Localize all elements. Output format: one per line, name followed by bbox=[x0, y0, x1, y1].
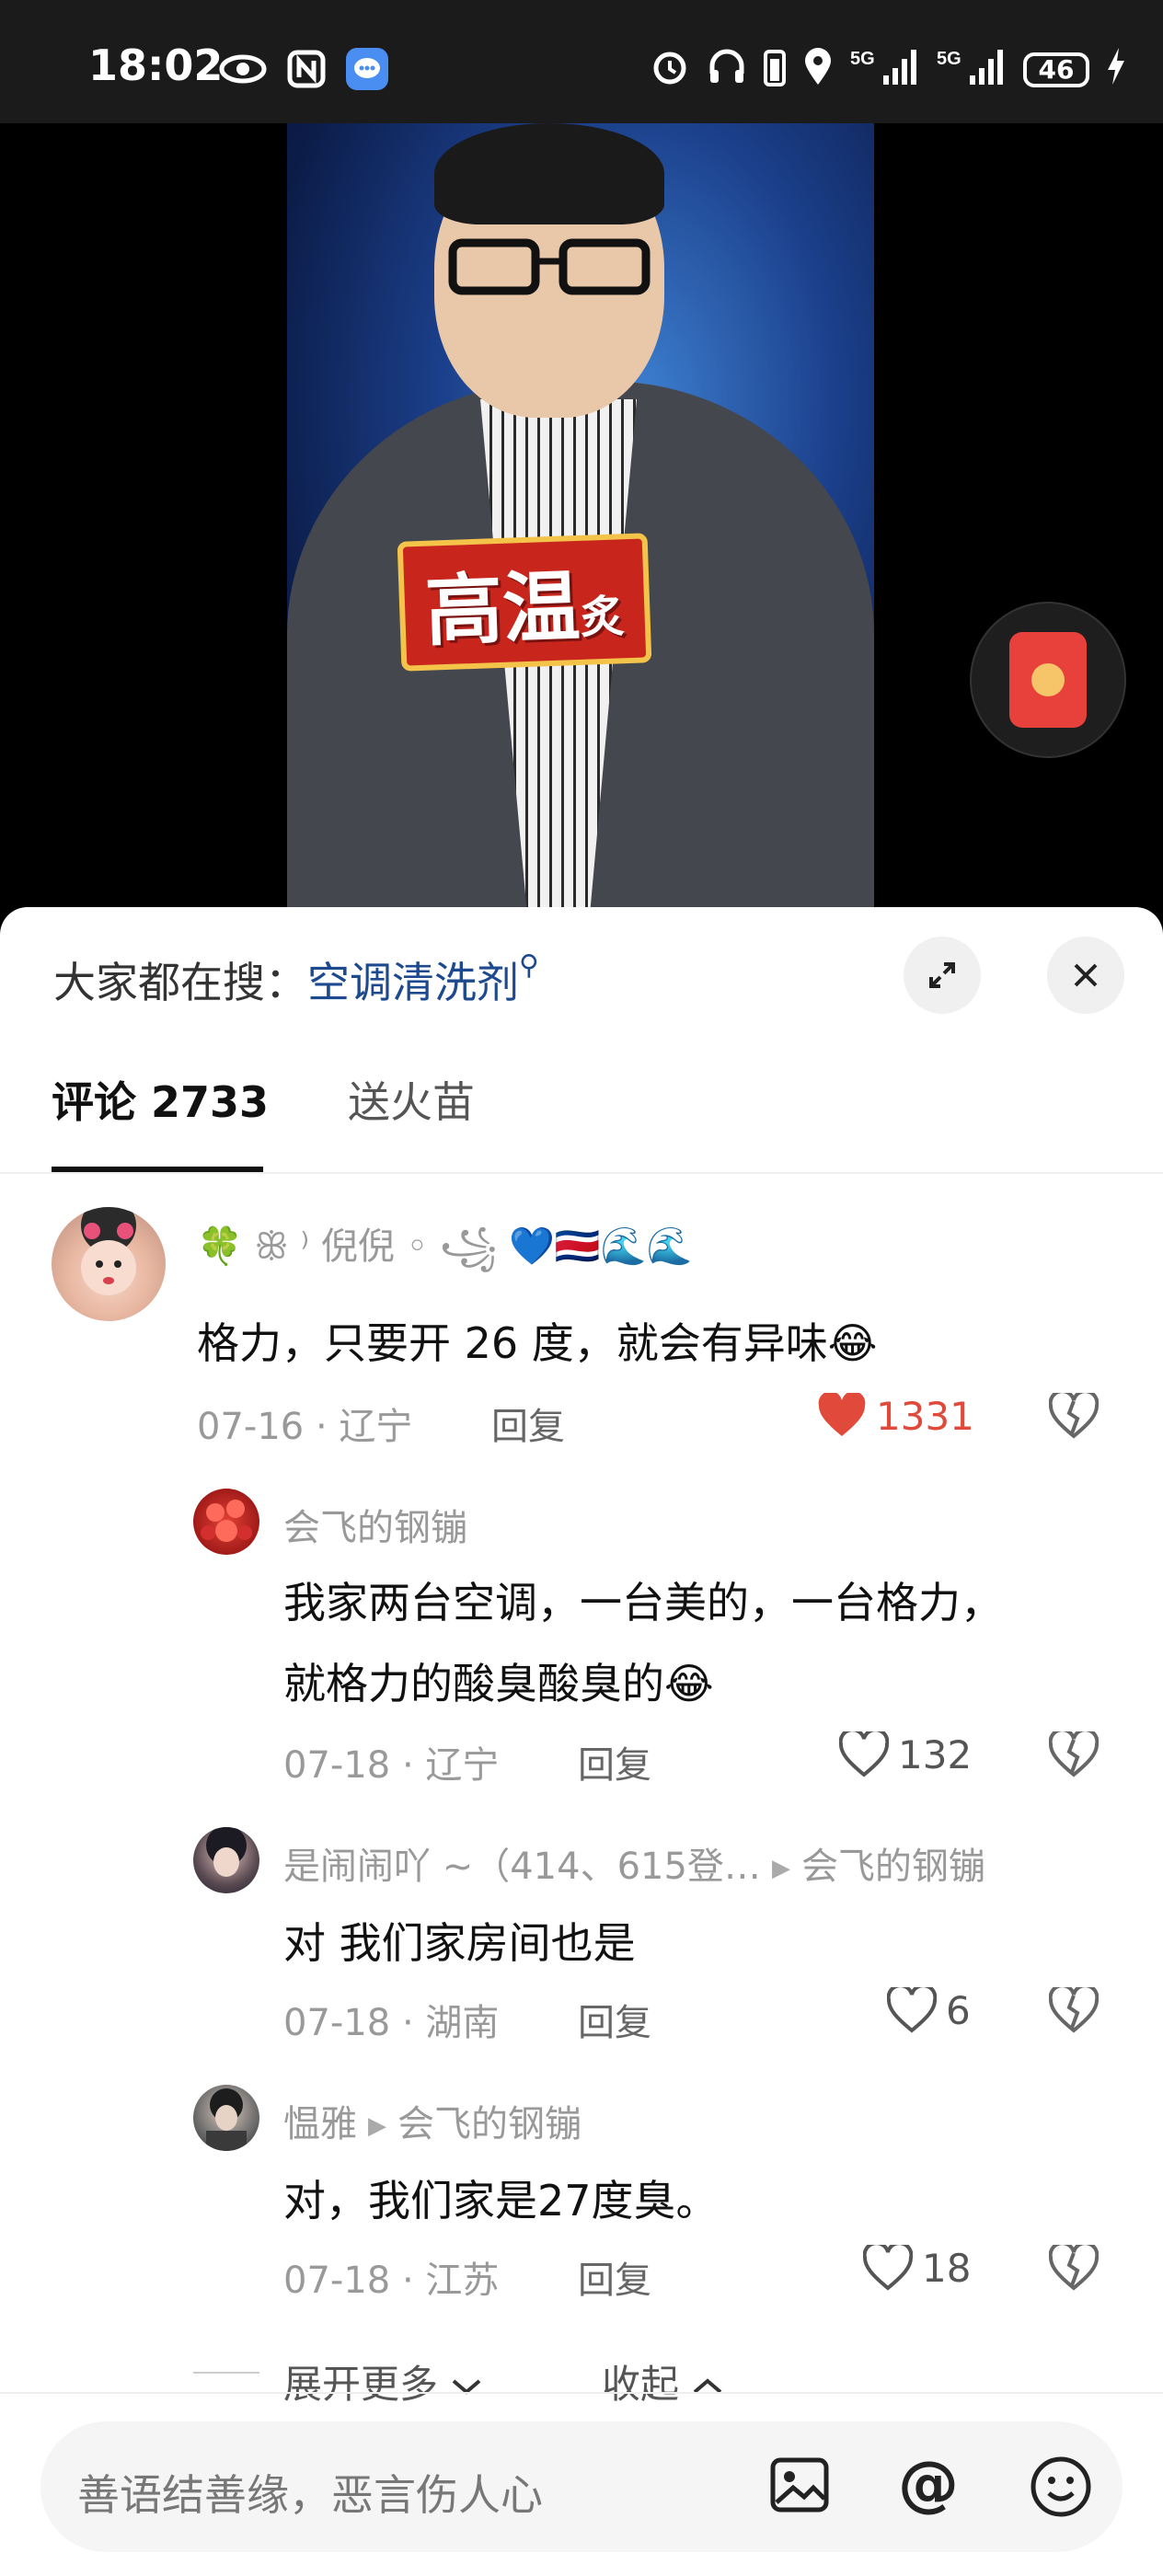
like-button[interactable]: 132 bbox=[839, 1731, 972, 1777]
svg-text:@: @ bbox=[898, 2453, 959, 2517]
earbud-battery-icon bbox=[764, 46, 786, 93]
chevron-down-icon bbox=[453, 2379, 481, 2395]
signal-5g-icon-2: 5G bbox=[937, 46, 1007, 93]
expand-divider bbox=[193, 2372, 259, 2374]
comment-text-line2: 就格力的酸臭酸臭的😂 bbox=[283, 1659, 714, 1708]
broken-heart-icon bbox=[1048, 1984, 1100, 2033]
video-caption-small: 炙 bbox=[579, 591, 626, 644]
search-prefix: 大家都在搜： bbox=[53, 958, 307, 1007]
tab-send-fire[interactable]: 送火苗 bbox=[348, 1069, 475, 1130]
like-button[interactable]: 18 bbox=[863, 2245, 971, 2291]
search-term-link[interactable]: 空调清洗剂 bbox=[307, 958, 519, 1007]
heart-outline-icon bbox=[887, 1987, 937, 2033]
like-count: 1331 bbox=[876, 1393, 974, 1439]
comment-tabs: 评论 2733 送火苗 bbox=[52, 1069, 475, 1130]
svg-text:5G: 5G bbox=[937, 49, 961, 69]
reply-button[interactable]: 回复 bbox=[578, 2250, 651, 2304]
red-packet-button[interactable] bbox=[970, 602, 1126, 758]
collapse-button[interactable]: 收起 bbox=[602, 2353, 724, 2409]
close-sheet-button[interactable] bbox=[1047, 937, 1124, 1014]
comment-text: 对 我们家房间也是 bbox=[283, 1918, 636, 1968]
avatar[interactable] bbox=[193, 1489, 259, 1555]
expand-more-button[interactable]: 展开更多 bbox=[283, 2353, 483, 2409]
nfc-icon bbox=[287, 50, 326, 92]
emoji-icon[interactable] bbox=[1029, 2455, 1093, 2523]
reply-button[interactable]: 回复 bbox=[578, 1735, 651, 1788]
red-packet-icon bbox=[1009, 632, 1087, 728]
heart-outline-icon bbox=[863, 2245, 913, 2291]
comment-text: 对，我们家是27度臭。 bbox=[283, 2176, 719, 2225]
svg-text:5G: 5G bbox=[850, 49, 875, 69]
expand-more-label: 展开更多 bbox=[283, 2362, 439, 2407]
reply-to-username[interactable]: 会飞的钢镚 bbox=[397, 2103, 582, 2145]
mention-icon[interactable]: @ bbox=[896, 2448, 961, 2521]
alarm-icon bbox=[650, 46, 690, 93]
comment-text: 格力，只要开 26 度，就会有异味😂 bbox=[197, 1318, 878, 1368]
collapse-label: 收起 bbox=[602, 2362, 680, 2407]
reply-arrow-icon: ▶ bbox=[368, 2112, 386, 2140]
broken-heart-icon bbox=[1048, 2241, 1100, 2291]
tab-comments[interactable]: 评论 2733 bbox=[52, 1069, 269, 1130]
charging-icon bbox=[1106, 46, 1126, 93]
reply-button[interactable]: 回复 bbox=[491, 1397, 565, 1450]
reply-to-username[interactable]: 会飞的钢镚 bbox=[801, 1846, 985, 1888]
comment-username-row: 愠雅 ▶ 会飞的钢镚 bbox=[283, 2094, 582, 2147]
location-icon bbox=[802, 46, 834, 93]
like-button[interactable]: 1331 bbox=[817, 1393, 974, 1439]
comment-username[interactable]: 🍀 ꕥ ⁾ 倪倪 ◦ ꧁ 💙🇨🇷🌊🌊 bbox=[197, 1216, 692, 1293]
image-icon[interactable] bbox=[769, 2456, 830, 2517]
message-app-icon bbox=[346, 48, 388, 94]
like-count: 18 bbox=[922, 2245, 972, 2291]
comment-meta: 07-18 · 湖南 bbox=[283, 2002, 500, 2044]
eye-icon bbox=[219, 53, 267, 88]
status-bar: 18:02 5G 5G 46 bbox=[0, 0, 1163, 123]
dislike-button[interactable] bbox=[1048, 1728, 1100, 1781]
like-count: 132 bbox=[898, 1731, 973, 1777]
video-player[interactable]: 高温炙 bbox=[0, 123, 1163, 914]
heart-filled-icon bbox=[818, 1393, 866, 1436]
heart-outline-icon bbox=[839, 1731, 889, 1777]
comment-text-line1: 我家两台空调，一台美的，一台格力， bbox=[283, 1578, 1003, 1627]
expand-sheet-button[interactable] bbox=[904, 937, 981, 1014]
reply-button[interactable]: 回复 bbox=[578, 1993, 651, 2046]
expand-icon bbox=[929, 962, 955, 988]
chevron-up-icon bbox=[694, 2378, 722, 2394]
avatar[interactable] bbox=[193, 1827, 259, 1893]
dislike-button[interactable] bbox=[1048, 2241, 1100, 2294]
comment-username[interactable]: 愠雅 bbox=[283, 2103, 357, 2145]
video-caption: 高温炙 bbox=[397, 533, 652, 672]
dislike-button[interactable] bbox=[1048, 1984, 1100, 2037]
like-button[interactable]: 6 bbox=[887, 1987, 971, 2033]
broken-heart-icon bbox=[1048, 1389, 1100, 1439]
person-hair bbox=[434, 123, 664, 224]
battery-indicator: 46 bbox=[1023, 52, 1089, 87]
tabs-divider bbox=[0, 1172, 1163, 1174]
comment-username[interactable]: 会飞的钢镚 bbox=[283, 1498, 467, 1551]
comment-username-row: 是闹闹吖 ~（414、615登… ▶ 会飞的钢镚 bbox=[283, 1836, 985, 1890]
comment-meta: 07-16 · 辽宁 bbox=[197, 1406, 413, 1448]
search-icon: ⚲ bbox=[519, 949, 539, 982]
trending-search: 大家都在搜：空调清洗剂⚲ bbox=[53, 949, 539, 1010]
avatar[interactable] bbox=[193, 2085, 259, 2151]
comment-input[interactable]: 善语结善缘，恶言伤人心 @ bbox=[40, 2421, 1123, 2552]
comment-username[interactable]: 是闹闹吖 ~（414、615登… bbox=[283, 1846, 761, 1888]
headphones-icon bbox=[707, 46, 747, 93]
close-icon bbox=[1074, 963, 1098, 987]
video-frame: 高温炙 bbox=[287, 123, 874, 914]
comment-input-placeholder: 善语结善缘，恶言伤人心 bbox=[77, 2470, 543, 2520]
comment-meta: 07-18 · 江苏 bbox=[283, 2260, 500, 2302]
dislike-button[interactable] bbox=[1048, 1389, 1100, 1443]
person-glasses bbox=[448, 238, 651, 295]
avatar[interactable] bbox=[52, 1207, 166, 1321]
status-time: 18:02 bbox=[88, 40, 224, 90]
reply-arrow-icon: ▶ bbox=[771, 1855, 790, 1882]
video-caption-main: 高温 bbox=[423, 560, 582, 657]
broken-heart-icon bbox=[1048, 1728, 1100, 1777]
signal-5g-icon-1: 5G bbox=[850, 46, 920, 93]
comment-meta: 07-18 · 辽宁 bbox=[283, 1744, 500, 1787]
input-divider bbox=[0, 2392, 1163, 2394]
like-count: 6 bbox=[946, 1987, 971, 2033]
